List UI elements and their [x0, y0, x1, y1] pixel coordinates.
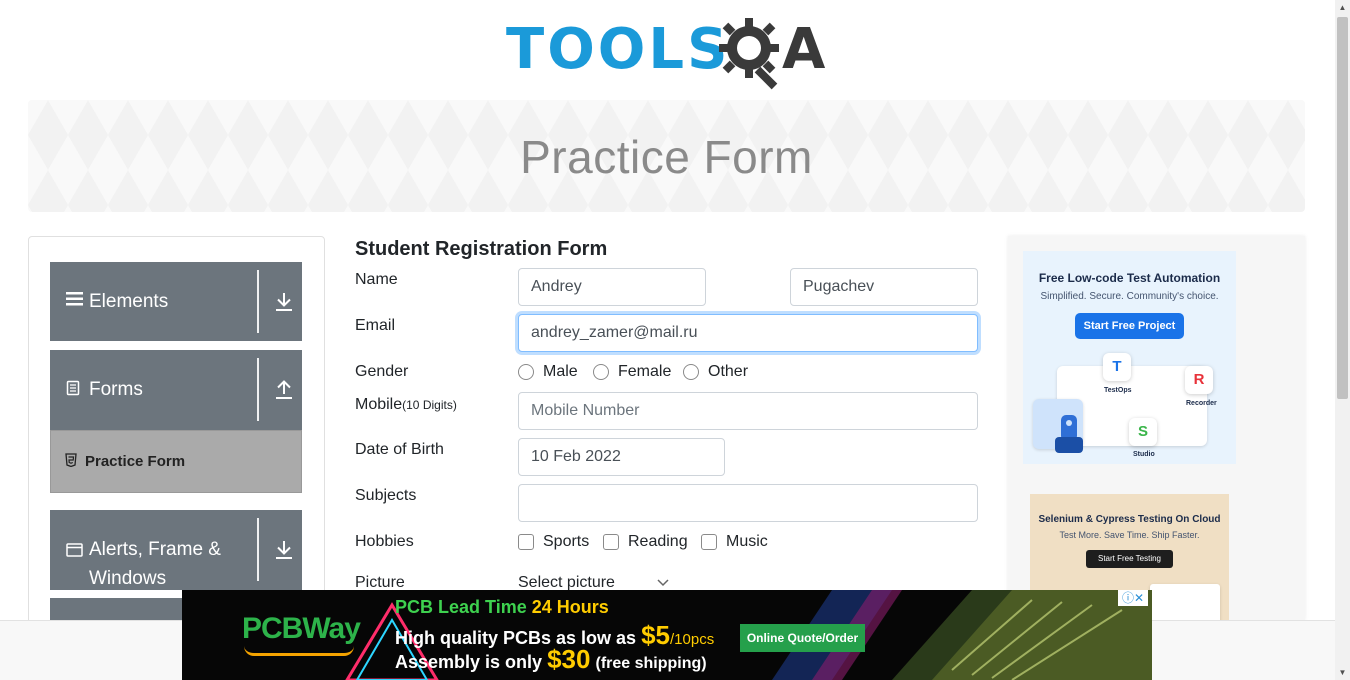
last-name-input[interactable]: Pugachev — [790, 268, 978, 306]
ad-line3: Assembly is only $30 (free shipping) — [395, 644, 707, 674]
sidebar-item-practice-form[interactable]: Practice Form — [50, 430, 302, 493]
sidebar: Elements Forms Practice Form Alerts, Fra… — [28, 236, 325, 636]
radio-label: Male — [543, 363, 578, 380]
gender-other-radio[interactable]: Other — [683, 363, 748, 381]
ad-line1: PCB Lead Time 24 Hours — [395, 597, 609, 617]
radio-circle[interactable] — [683, 364, 699, 380]
tile-label: Studio — [1133, 451, 1155, 458]
ad-title: Selenium & Cypress Testing On Cloud — [1038, 514, 1221, 525]
vertical-scrollbar[interactable]: ▲ ▼ — [1335, 0, 1350, 680]
mobile-label: Mobile(10 Digits) — [355, 396, 457, 413]
checkbox-label: Music — [726, 533, 768, 550]
sidebar-group-label: Forms — [89, 379, 143, 400]
hobby-music-checkbox[interactable]: Music — [701, 533, 768, 551]
hamburger-icon — [66, 291, 83, 311]
download-icon[interactable] — [274, 539, 294, 561]
recorder-icon: R — [1185, 366, 1213, 394]
html5-icon — [65, 453, 77, 470]
email-label: Email — [355, 317, 396, 334]
testops-icon: T — [1103, 353, 1131, 381]
subjects-label: Subjects — [355, 487, 417, 504]
sidebar-group-label: Elements — [89, 291, 169, 312]
first-name-input[interactable]: Andrey — [518, 268, 706, 306]
pcbway-ad[interactable]: PCBWay PCB Lead Time 24 Hours High quali… — [182, 590, 1152, 680]
checkbox-box[interactable] — [603, 534, 619, 550]
gender-label: Gender — [355, 363, 409, 380]
studio-icon: S — [1129, 418, 1157, 446]
toolsqa-logo[interactable]: TOOLS A — [506, 14, 832, 92]
sidebar-group-label: Alerts, Frame & — [89, 539, 221, 560]
hobbies-label: Hobbies — [355, 533, 414, 550]
gear-magnifier-icon — [719, 18, 779, 90]
radio-circle[interactable] — [518, 364, 534, 380]
radio-circle[interactable] — [593, 364, 609, 380]
ad-subtitle: Test More. Save Time. Ship Faster. — [1059, 530, 1200, 540]
ad-title: Free Low-code Test Automation — [1038, 271, 1221, 285]
tile-label: TestOps — [1104, 387, 1132, 394]
ad-low-code-automation[interactable]: Free Low-code Test Automation Simplified… — [1023, 251, 1236, 464]
scroll-thumb[interactable] — [1337, 17, 1348, 399]
sidebar-group-forms[interactable]: Forms — [50, 350, 302, 430]
form-title: Student Registration Form — [355, 238, 608, 260]
hobby-sports-checkbox[interactable]: Sports — [518, 533, 589, 551]
ad-cta-button[interactable]: Start Free Testing — [1086, 550, 1173, 568]
sidebar-group-alerts-frame-windows[interactable]: Alerts, Frame & Windows — [50, 510, 302, 590]
email-input[interactable]: andrey_zamer@mail.ru — [518, 314, 978, 352]
document-icon — [66, 380, 80, 401]
mobile-hint: (10 Digits) — [402, 398, 457, 412]
sidebar-group-label-line2: Windows — [89, 568, 167, 589]
checkbox-box[interactable] — [518, 534, 534, 550]
checkbox-label: Sports — [543, 533, 590, 550]
adchoices-close-icon[interactable]: ⓘ✕ — [1118, 590, 1148, 606]
logo-text: TOOLS — [506, 17, 731, 82]
date-of-birth-input[interactable]: 10 Feb 2022 — [518, 438, 725, 476]
robot-arm-icon — [1055, 415, 1083, 453]
radio-label: Female — [618, 363, 672, 380]
sidebar-group-elements[interactable]: Elements — [50, 262, 302, 341]
radio-label: Other — [708, 363, 749, 380]
page-banner: Practice Form — [28, 100, 1305, 212]
hobby-reading-checkbox[interactable]: Reading — [603, 533, 688, 551]
tile-label: Recorder — [1186, 400, 1217, 407]
checkbox-label: Reading — [628, 533, 688, 550]
scroll-up-arrow-icon[interactable]: ▲ — [1335, 0, 1350, 15]
ad-subtitle: Simplified. Secure. Community's choice. — [1040, 291, 1219, 302]
gender-female-radio[interactable]: Female — [593, 363, 671, 381]
ad-screenshot — [1150, 584, 1220, 624]
upload-icon[interactable] — [274, 379, 294, 401]
mobile-input[interactable]: Mobile Number — [518, 392, 978, 430]
ad-cta-button[interactable]: Start Free Project — [1075, 313, 1184, 339]
logo-suffix: A — [782, 17, 826, 82]
checkbox-box[interactable] — [701, 534, 717, 550]
subjects-input[interactable] — [518, 484, 978, 522]
scroll-down-arrow-icon[interactable]: ▼ — [1335, 665, 1350, 680]
download-icon[interactable] — [274, 291, 294, 313]
date-of-birth-label: Date of Birth — [355, 441, 444, 458]
chevron-down-icon — [657, 579, 669, 587]
name-label: Name — [355, 271, 398, 288]
online-quote-button[interactable]: Online Quote/Order — [740, 624, 865, 652]
sidebar-item-label: Practice Form — [85, 453, 186, 470]
page-title: Practice Form — [520, 131, 813, 183]
pcbway-logo: PCBWay — [242, 612, 361, 645]
gender-male-radio[interactable]: Male — [518, 363, 578, 381]
window-icon — [66, 543, 83, 562]
